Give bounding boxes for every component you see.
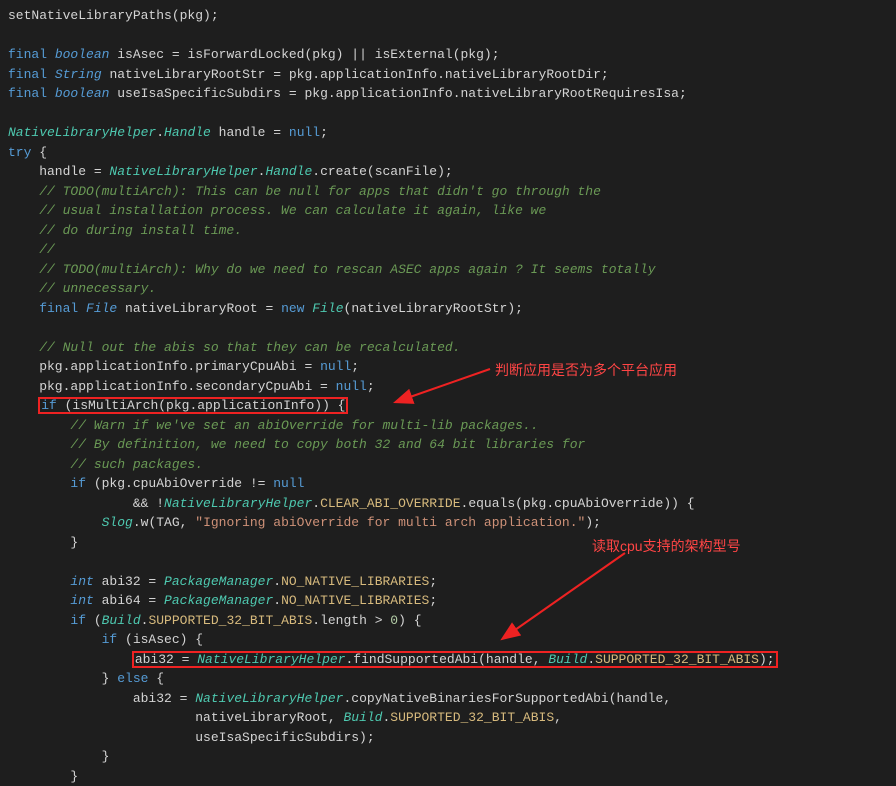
code-line: if (isAsec) { [8, 630, 888, 650]
code-line: final boolean useIsaSpecificSubdirs = pk… [8, 84, 888, 104]
code-line: final String nativeLibraryRootStr = pkg.… [8, 65, 888, 85]
code-line: } else { [8, 669, 888, 689]
code-line: // Warn if we've set an abiOverride for … [8, 416, 888, 436]
code-line: int abi64 = PackageManager.NO_NATIVE_LIB… [8, 591, 888, 611]
code-line: if (pkg.cpuAbiOverride != null [8, 474, 888, 494]
code-line: final File nativeLibraryRoot = new File(… [8, 299, 888, 319]
code-line: final boolean isAsec = isForwardLocked(p… [8, 45, 888, 65]
code-line: // do during install time. [8, 221, 888, 241]
code-line: int abi32 = PackageManager.NO_NATIVE_LIB… [8, 572, 888, 592]
code-line: nativeLibraryRoot, Build.SUPPORTED_32_BI… [8, 708, 888, 728]
code-line: // usual installation process. We can ca… [8, 201, 888, 221]
code-line: abi32 = NativeLibraryHelper.copyNativeBi… [8, 689, 888, 709]
code-line: NativeLibraryHelper.Handle handle = null… [8, 123, 888, 143]
code-line: // Null out the abis so that they can be… [8, 338, 888, 358]
code-line: // such packages. [8, 455, 888, 475]
code-line: // By definition, we need to copy both 3… [8, 435, 888, 455]
code-line: // TODO(multiArch): This can be null for… [8, 182, 888, 202]
code-line: } [8, 747, 888, 767]
code-line: abi32 = NativeLibraryHelper.findSupporte… [8, 650, 888, 670]
code-line: if (Build.SUPPORTED_32_BIT_ABIS.length >… [8, 611, 888, 631]
code-line: try { [8, 143, 888, 163]
highlight-box-findabi: abi32 = NativeLibraryHelper.findSupporte… [133, 652, 777, 667]
code-line: handle = NativeLibraryHelper.Handle.crea… [8, 162, 888, 182]
code-editor[interactable]: setNativeLibraryPaths(pkg); final boolea… [8, 6, 888, 786]
code-line: setNativeLibraryPaths(pkg); [8, 6, 888, 26]
code-line: } [8, 533, 888, 553]
code-line: // [8, 240, 888, 260]
code-line: && !NativeLibraryHelper.CLEAR_ABI_OVERRI… [8, 494, 888, 514]
code-line: pkg.applicationInfo.secondaryCpuAbi = nu… [8, 377, 888, 397]
code-line: pkg.applicationInfo.primaryCpuAbi = null… [8, 357, 888, 377]
highlight-box-multiarch: if (isMultiArch(pkg.applicationInfo)) { [39, 398, 347, 413]
code-line: // unnecessary. [8, 279, 888, 299]
code-line: if (isMultiArch(pkg.applicationInfo)) { [8, 396, 888, 416]
code-line: Slog.w(TAG, "Ignoring abiOverride for mu… [8, 513, 888, 533]
code-line: useIsaSpecificSubdirs); [8, 728, 888, 748]
code-line: } [8, 767, 888, 786]
code-line: // TODO(multiArch): Why do we need to re… [8, 260, 888, 280]
